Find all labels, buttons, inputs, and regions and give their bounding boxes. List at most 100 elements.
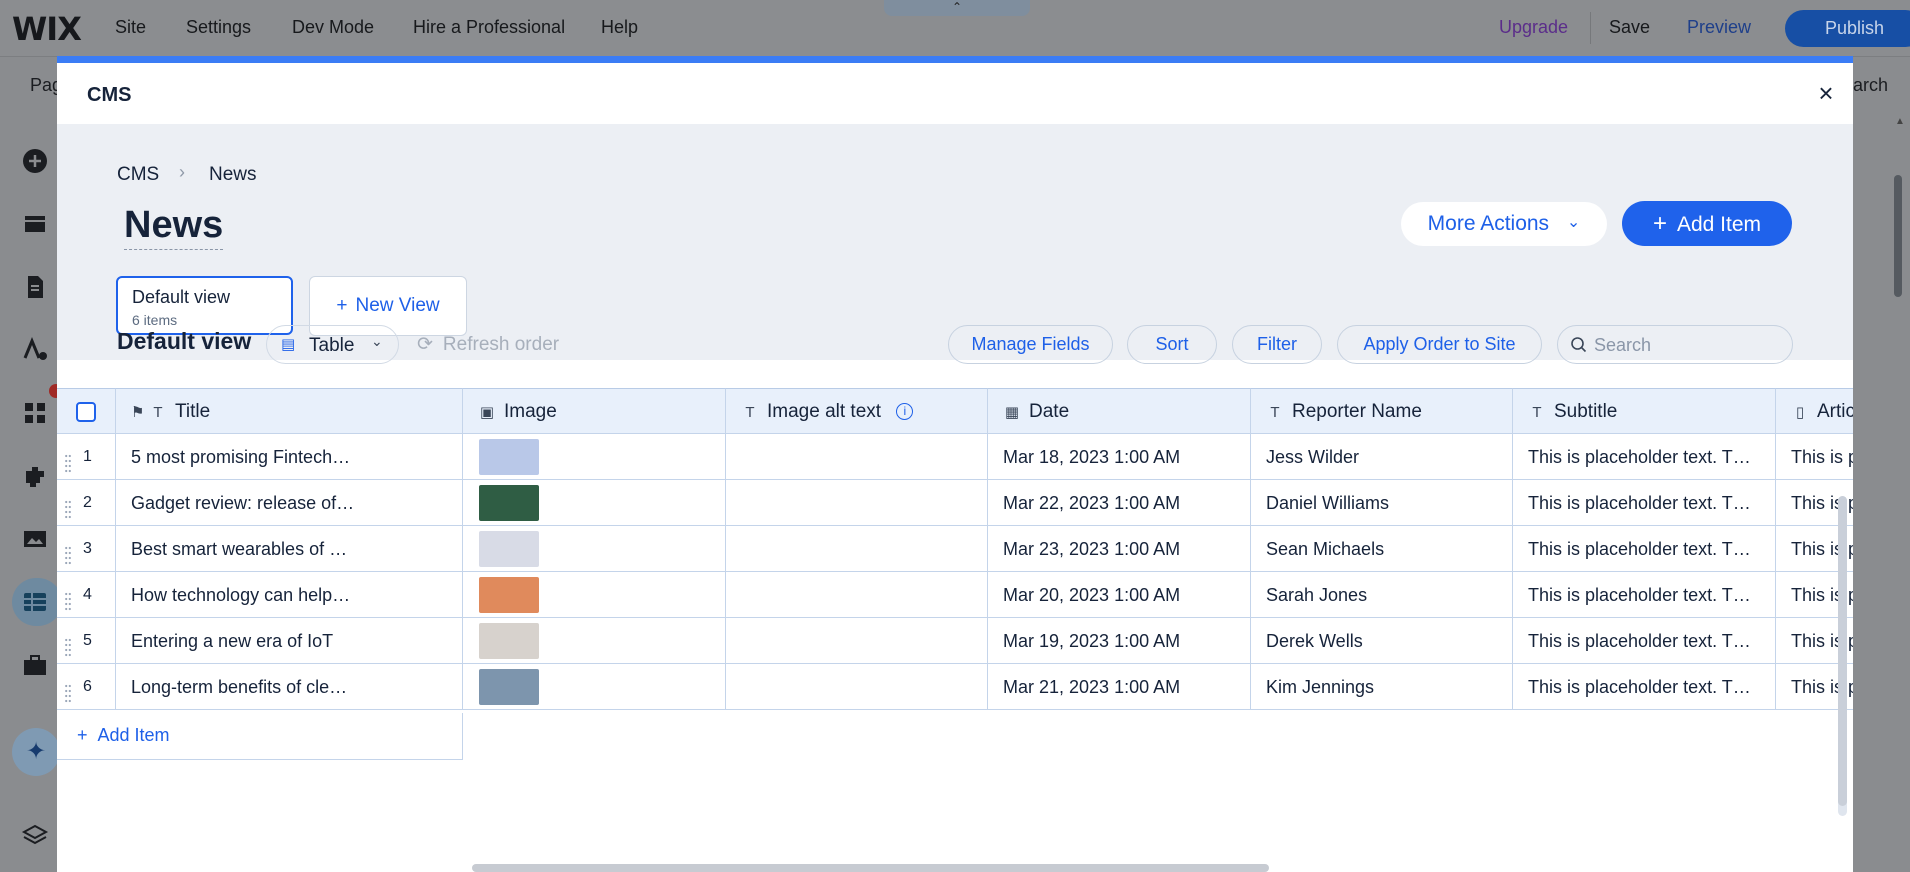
column-header-date[interactable]: ▦ Date <box>988 388 1251 434</box>
cell-subtitle[interactable]: This is placeholder text. T… <box>1513 664 1776 710</box>
collapse-handle[interactable]: ⌃ <box>884 0 1030 16</box>
image-thumbnail[interactable] <box>479 439 539 475</box>
table-row[interactable]: 1 5 most promising Fintech… Mar 18, 2023 1… <box>57 434 1853 480</box>
media-icon[interactable] <box>21 525 49 553</box>
editor-scrollbar[interactable] <box>1894 175 1902 297</box>
cell-title[interactable]: 5 most promising Fintech… <box>116 434 463 480</box>
column-header-title[interactable]: ⚑ T Title <box>116 388 463 434</box>
cell-date[interactable]: Mar 18, 2023 1:00 AM <box>988 434 1251 480</box>
manage-fields-button[interactable]: Manage Fields <box>948 325 1113 364</box>
business-apps-icon[interactable] <box>21 462 49 490</box>
cell-image-alt-text[interactable] <box>726 526 988 572</box>
image-thumbnail[interactable] <box>479 577 539 613</box>
cell-date[interactable]: Mar 23, 2023 1:00 AM <box>988 526 1251 572</box>
cell-date[interactable]: Mar 20, 2023 1:00 AM <box>988 572 1251 618</box>
more-actions-button[interactable]: More Actions ⌄ <box>1401 202 1607 246</box>
ai-assistant-icon[interactable]: ✦ <box>12 728 60 776</box>
image-thumbnail[interactable] <box>479 669 539 705</box>
cell-reporter-name[interactable]: Jess Wilder <box>1251 434 1513 480</box>
cell-subtitle[interactable]: This is placeholder text. T… <box>1513 618 1776 664</box>
portfolio-icon[interactable] <box>21 651 49 679</box>
cell-date[interactable]: Mar 22, 2023 1:00 AM <box>988 480 1251 526</box>
cell-image-alt-text[interactable] <box>726 572 988 618</box>
table-row[interactable]: 5 Entering a new era of IoT Mar 19, 2023 1… <box>57 618 1853 664</box>
image-thumbnail[interactable] <box>479 531 539 567</box>
row-number[interactable]: 5 <box>57 618 116 664</box>
add-elements-icon[interactable] <box>21 147 49 175</box>
menu-site[interactable]: Site <box>115 17 146 38</box>
column-header-image-alt-text[interactable]: T Image alt text i <box>726 388 988 434</box>
cell-reporter-name[interactable]: Daniel Williams <box>1251 480 1513 526</box>
add-item-button[interactable]: + Add Item <box>1622 201 1792 246</box>
row-number[interactable]: 1 <box>57 434 116 480</box>
select-all-cell[interactable] <box>57 388 116 434</box>
menu-hire-professional[interactable]: Hire a Professional <box>413 17 565 38</box>
image-thumbnail[interactable] <box>479 623 539 659</box>
cell-title[interactable]: Entering a new era of IoT <box>116 618 463 664</box>
drag-handle-icon[interactable] <box>65 447 71 473</box>
cell-image-alt-text[interactable] <box>726 480 988 526</box>
image-thumbnail[interactable] <box>479 485 539 521</box>
row-number[interactable]: 4 <box>57 572 116 618</box>
cell-subtitle[interactable]: This is placeholder text. T… <box>1513 434 1776 480</box>
cell-subtitle[interactable]: This is placeholder text. T… <box>1513 526 1776 572</box>
apply-order-button[interactable]: Apply Order to Site <box>1337 325 1542 364</box>
drag-handle-icon[interactable] <box>65 539 71 565</box>
column-header-reporter-name[interactable]: T Reporter Name <box>1251 388 1513 434</box>
menu-settings[interactable]: Settings <box>186 17 251 38</box>
search-label[interactable]: arch <box>1853 75 1888 96</box>
row-number[interactable]: 3 <box>57 526 116 572</box>
drag-handle-icon[interactable] <box>65 585 71 611</box>
layers-icon[interactable] <box>21 822 49 850</box>
cell-title[interactable]: How technology can help… <box>116 572 463 618</box>
save-button[interactable]: Save <box>1609 17 1650 38</box>
cell-image[interactable] <box>463 572 726 618</box>
cell-image[interactable] <box>463 526 726 572</box>
cell-image[interactable] <box>463 434 726 480</box>
cell-subtitle[interactable]: This is placeholder text. T… <box>1513 572 1776 618</box>
select-all-checkbox[interactable] <box>76 401 96 422</box>
filter-button[interactable]: Filter <box>1232 325 1322 364</box>
table-vertical-scrollbar[interactable] <box>1838 496 1847 806</box>
cell-title[interactable]: Gadget review: release of… <box>116 480 463 526</box>
breadcrumb-cms[interactable]: CMS <box>117 164 159 186</box>
upgrade-link[interactable]: Upgrade <box>1499 17 1568 38</box>
preview-button[interactable]: Preview <box>1687 17 1751 38</box>
column-header-article[interactable]: ▯ Artic <box>1776 388 1853 434</box>
scroll-up-icon[interactable]: ▲ <box>1895 116 1905 127</box>
table-row[interactable]: 6 Long-term benefits of cle… Mar 21, 2023 … <box>57 664 1853 710</box>
cell-title[interactable]: Long-term benefits of cle… <box>116 664 463 710</box>
search-input[interactable] <box>1594 334 1774 356</box>
publish-button[interactable]: Publish <box>1785 10 1910 47</box>
drag-handle-icon[interactable] <box>65 631 71 657</box>
cms-icon[interactable] <box>21 588 49 616</box>
table-row[interactable]: 2 Gadget review: release of… Mar 22, 2023 … <box>57 480 1853 526</box>
table-row[interactable]: 4 How technology can help… Mar 20, 2023 1:… <box>57 572 1853 618</box>
search-field[interactable] <box>1557 325 1793 364</box>
page-title[interactable]: News <box>124 204 224 250</box>
theme-icon[interactable] <box>21 336 49 364</box>
table-row[interactable]: 3 Best smart wearables of … Mar 23, 2023 1… <box>57 526 1853 572</box>
row-number[interactable]: 2 <box>57 480 116 526</box>
layout-select[interactable]: ▤ Table ⌄ <box>266 325 399 364</box>
cell-article[interactable]: This is p <box>1776 434 1853 480</box>
add-item-row[interactable]: + Add Item <box>57 713 463 760</box>
cell-image-alt-text[interactable] <box>726 434 988 480</box>
column-header-subtitle[interactable]: T Subtitle <box>1513 388 1776 434</box>
close-icon[interactable]: × <box>1814 80 1838 106</box>
sort-button[interactable]: Sort <box>1127 325 1217 364</box>
cell-image-alt-text[interactable] <box>726 664 988 710</box>
cell-reporter-name[interactable]: Sarah Jones <box>1251 572 1513 618</box>
info-icon[interactable]: i <box>896 403 914 421</box>
cell-date[interactable]: Mar 19, 2023 1:00 AM <box>988 618 1251 664</box>
drag-handle-icon[interactable] <box>65 493 71 519</box>
column-header-image[interactable]: ▣ Image <box>463 388 726 434</box>
row-number[interactable]: 6 <box>57 664 116 710</box>
cell-image[interactable] <box>463 618 726 664</box>
refresh-order-button[interactable]: ⟳ Refresh order <box>417 333 559 356</box>
view-tab-default[interactable]: Default view 6 items <box>116 276 293 335</box>
cell-image[interactable] <box>463 664 726 710</box>
cell-image[interactable] <box>463 480 726 526</box>
pages-icon[interactable] <box>21 273 49 301</box>
menu-help[interactable]: Help <box>601 17 638 38</box>
